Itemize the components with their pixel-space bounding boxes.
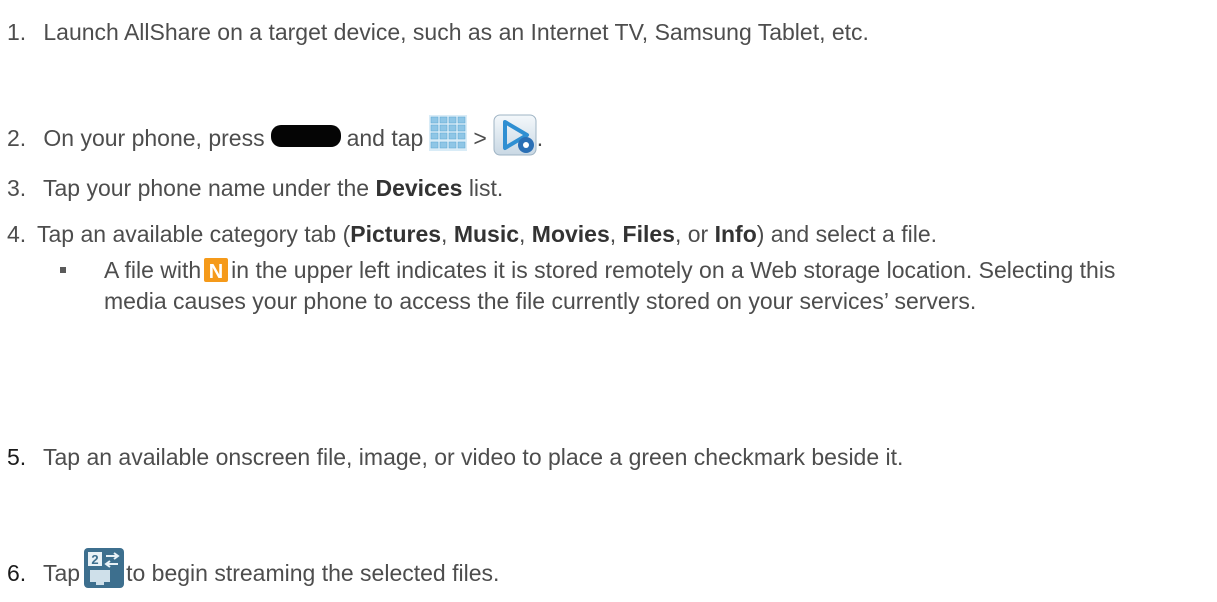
bullet-text-part: A file with xyxy=(104,257,202,283)
n-remote-storage-icon: N xyxy=(204,257,229,283)
pictures-label: Pictures xyxy=(350,221,442,247)
movies-label: Movies xyxy=(531,221,610,247)
separator: , xyxy=(519,221,526,247)
separator: , xyxy=(441,221,448,247)
step-text-part: Tap xyxy=(42,560,81,587)
step-text-part: Tap an available category tab ( xyxy=(37,221,351,247)
allshare-icon xyxy=(493,114,537,156)
step-3: 3. Tap your phone name under the Devices… xyxy=(7,174,503,202)
step-number: 6. xyxy=(7,560,27,587)
step-text-part: and tap xyxy=(346,125,424,152)
step-text: Tap an available onscreen file, image, o… xyxy=(42,444,904,470)
step-text-part: list. xyxy=(468,175,504,201)
step-1: 1. Launch AllShare on a target device, s… xyxy=(7,18,869,46)
bullet-text-part: in the upper left indicates it is stored… xyxy=(104,257,1116,314)
info-label: Info xyxy=(714,221,757,247)
step-text-part: > xyxy=(473,125,487,152)
music-label: Music xyxy=(453,221,519,247)
separator: , xyxy=(609,221,617,247)
files-label: Files xyxy=(622,221,675,247)
step-text-part: ) and select a file. xyxy=(756,221,938,247)
step-2: 2. On your phone, press and tap > . xyxy=(7,114,543,166)
step-5: 5. Tap an available onscreen file, image… xyxy=(7,443,903,471)
step-number: 1. xyxy=(7,19,27,45)
step-6: 6. Tap 2 to begin streaming the selected… xyxy=(7,548,499,602)
bullet-icon xyxy=(60,267,66,273)
step-number: 2. xyxy=(7,125,27,152)
step-text-part: . xyxy=(536,125,544,152)
apps-grid-icon xyxy=(429,115,468,151)
step-text-part: Tap your phone name under the xyxy=(42,175,370,201)
step-text-part: to begin streaming the selected files. xyxy=(126,560,500,587)
bullet-note: A file with N in the upper left indicate… xyxy=(60,255,1120,316)
stream-icon-digit: 2 xyxy=(91,552,98,567)
step-text: Launch AllShare on a target device, such… xyxy=(43,19,869,45)
stream-files-icon: 2 xyxy=(84,548,125,588)
devices-label: Devices xyxy=(375,175,463,201)
step-4: 4. Tap an available category tab (Picture… xyxy=(7,220,937,248)
step-number: 3. xyxy=(7,175,27,201)
step-number: 4. xyxy=(7,221,27,247)
separator: , or xyxy=(674,221,709,247)
step-text-part: On your phone, press xyxy=(43,125,265,152)
step-number: 5. xyxy=(7,444,27,470)
bullet-text: A file with N in the upper left indicate… xyxy=(104,255,1120,316)
home-key-icon xyxy=(270,125,341,147)
n-icon-letter: N xyxy=(209,261,223,282)
